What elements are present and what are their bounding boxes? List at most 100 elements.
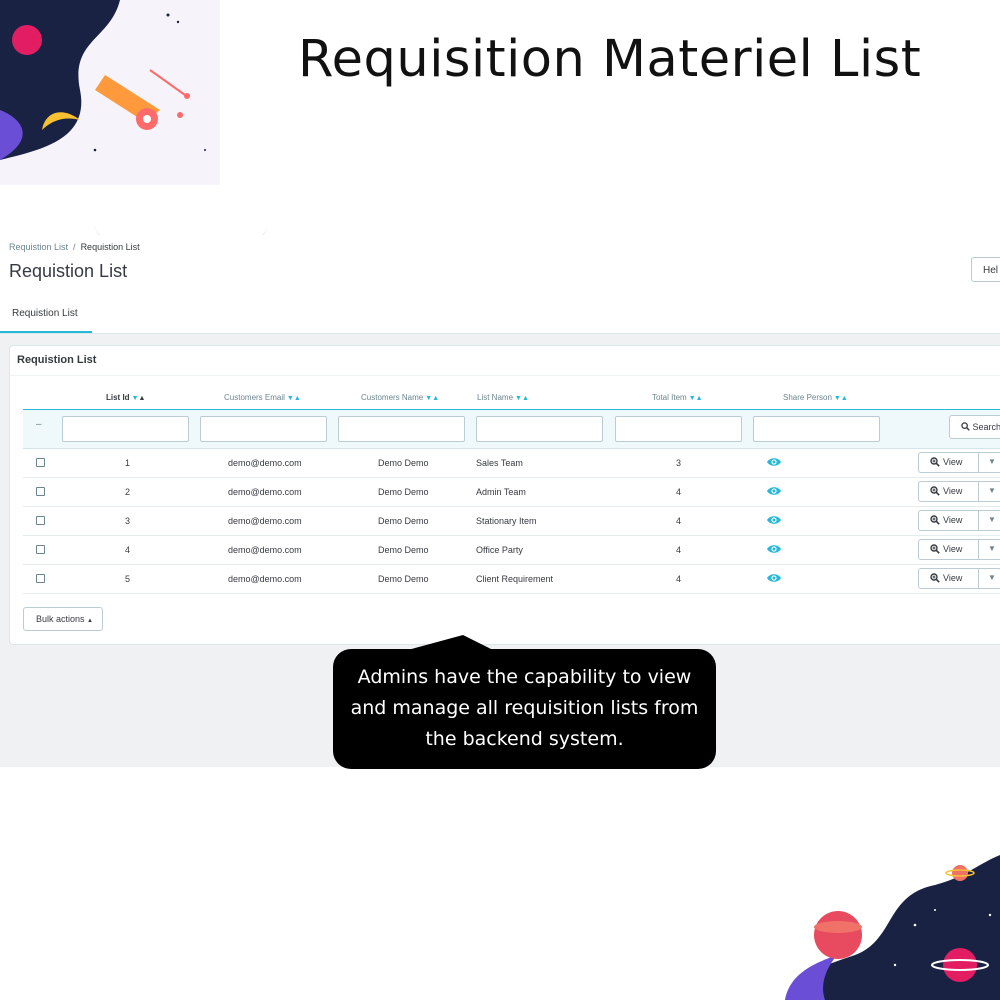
row-actions-dropdown[interactable]: ▼: [978, 510, 1000, 531]
cell-list-id: 1: [125, 458, 131, 468]
headline: Requisition Materiel List: [298, 30, 922, 89]
cell-total-item: 4: [676, 516, 682, 526]
cell-list-id: 5: [125, 574, 131, 584]
row-actions-dropdown[interactable]: ▼: [978, 481, 1000, 502]
table-row: 5 demo@demo.com Demo Demo Client Requiremen…: [23, 564, 1000, 594]
cell-list-id: 4: [125, 545, 131, 555]
cell-list-name: Stationary Item: [476, 516, 537, 526]
view-button[interactable]: View: [918, 481, 978, 502]
caret-down-icon: ▼: [988, 544, 996, 553]
zoom-in-icon: [930, 544, 940, 554]
breadcrumb-current: Requistion List: [80, 242, 140, 252]
row-checkbox[interactable]: [36, 545, 45, 554]
column-header-customers-email[interactable]: Customers Email ▼▲: [224, 393, 301, 402]
page-header: Requistion List / Requistion List Requisti…: [0, 235, 1000, 298]
filter-dash: –: [36, 419, 42, 430]
filter-list-id-input[interactable]: [62, 416, 189, 442]
bulk-actions-button[interactable]: Bulk actions ▲: [23, 607, 103, 631]
callout-bubble: Admins have the capability to view and m…: [333, 649, 716, 769]
tab-bar: Requistion List: [0, 297, 1000, 334]
filter-email-input[interactable]: [200, 416, 327, 442]
eye-icon[interactable]: [766, 573, 782, 583]
row-checkbox[interactable]: [36, 516, 45, 525]
tab-requistion-list[interactable]: Requistion List: [0, 297, 92, 333]
cell-customer-name: Demo Demo: [378, 574, 429, 584]
eye-icon[interactable]: [766, 486, 782, 496]
view-button-label: View: [943, 573, 963, 583]
eye-icon[interactable]: [766, 457, 782, 467]
view-button[interactable]: View: [918, 539, 978, 560]
magnifier-icon: [961, 422, 970, 431]
column-header-share-person[interactable]: Share Person ▼▲: [783, 393, 848, 402]
callout-line-1: Admins have the capability to view: [357, 666, 692, 688]
row-actions-dropdown[interactable]: ▼: [978, 568, 1000, 589]
breadcrumb-parent-link[interactable]: Requistion List: [9, 242, 68, 252]
table-row: 2 demo@demo.com Demo Demo Admin Team 4 View ▼: [23, 477, 1000, 507]
view-button-label: View: [943, 544, 963, 554]
column-header-list-id[interactable]: List Id ▼▲: [106, 393, 145, 402]
row-checkbox[interactable]: [36, 458, 45, 467]
filter-name-input[interactable]: [338, 416, 465, 442]
row-actions-dropdown[interactable]: ▼: [978, 452, 1000, 473]
row-actions-dropdown[interactable]: ▼: [978, 539, 1000, 560]
page-title: Requistion List: [9, 261, 128, 281]
column-header-list-name[interactable]: List Name ▼▲: [477, 393, 529, 402]
view-button[interactable]: View: [918, 510, 978, 531]
search-button[interactable]: Search: [949, 415, 1000, 439]
caret-down-icon: ▼: [988, 457, 996, 466]
cell-total-item: 4: [676, 487, 682, 497]
filter-row: – Search: [23, 409, 1000, 449]
view-button-label: View: [943, 457, 963, 467]
cell-customer-email: demo@demo.com: [228, 487, 302, 497]
filter-share-input[interactable]: [753, 416, 880, 442]
eye-icon[interactable]: [766, 515, 782, 525]
callout-line-2: and manage all requisition lists from: [350, 697, 699, 719]
help-button[interactable]: Hel: [971, 257, 1000, 282]
cell-customer-name: Demo Demo: [378, 516, 429, 526]
cell-list-id: 3: [125, 516, 131, 526]
cell-customer-email: demo@demo.com: [228, 458, 302, 468]
cell-total-item: 4: [676, 545, 682, 555]
cell-list-name: Office Party: [476, 545, 523, 555]
search-button-label: Search: [972, 422, 1000, 432]
view-button[interactable]: View: [918, 452, 978, 473]
caret-down-icon: ▼: [988, 486, 996, 495]
filter-list-name-input[interactable]: [476, 416, 603, 442]
cell-total-item: 4: [676, 574, 682, 584]
zoom-in-icon: [930, 486, 940, 496]
cell-list-name: Admin Team: [476, 487, 526, 497]
view-button[interactable]: View: [918, 568, 978, 589]
row-checkbox[interactable]: [36, 487, 45, 496]
caret-up-icon: ▲: [87, 618, 93, 624]
zoom-in-icon: [930, 573, 940, 583]
cell-list-name: Sales Team: [476, 458, 523, 468]
space-illustration-bottom: [785, 855, 1000, 1000]
panel-title: Requistion List: [10, 346, 1000, 376]
zoom-in-icon: [930, 457, 940, 467]
cell-list-id: 2: [125, 487, 131, 497]
bulk-actions-label: Bulk actions: [36, 614, 85, 624]
breadcrumb-separator: /: [73, 242, 76, 252]
view-button-label: View: [943, 515, 963, 525]
eye-icon[interactable]: [766, 544, 782, 554]
cell-customer-name: Demo Demo: [378, 458, 429, 468]
filter-total-input[interactable]: [615, 416, 742, 442]
cell-customer-name: Demo Demo: [378, 487, 429, 497]
cell-total-item: 3: [676, 458, 682, 468]
table-row: 4 demo@demo.com Demo Demo Office Party 4 View…: [23, 535, 1000, 565]
zoom-in-icon: [930, 515, 940, 525]
row-checkbox[interactable]: [36, 574, 45, 583]
column-header-total-item[interactable]: Total Item ▼▲: [652, 393, 703, 402]
cell-customer-name: Demo Demo: [378, 545, 429, 555]
callout-line-3: the backend system.: [425, 728, 624, 750]
breadcrumb: Requistion List / Requistion List: [9, 242, 140, 252]
caret-down-icon: ▼: [988, 573, 996, 582]
space-illustration-top: [0, 0, 220, 185]
list-panel: Requistion List List Id ▼▲ Customers Emai…: [9, 345, 1000, 645]
column-header-customers-name[interactable]: Customers Name ▼▲: [361, 393, 439, 402]
cell-customer-email: demo@demo.com: [228, 574, 302, 584]
view-button-label: View: [943, 486, 963, 496]
table-row: 3 demo@demo.com Demo Demo Stationary Item 4 V…: [23, 506, 1000, 536]
cell-customer-email: demo@demo.com: [228, 545, 302, 555]
cell-list-name: Client Requirement: [476, 574, 554, 584]
